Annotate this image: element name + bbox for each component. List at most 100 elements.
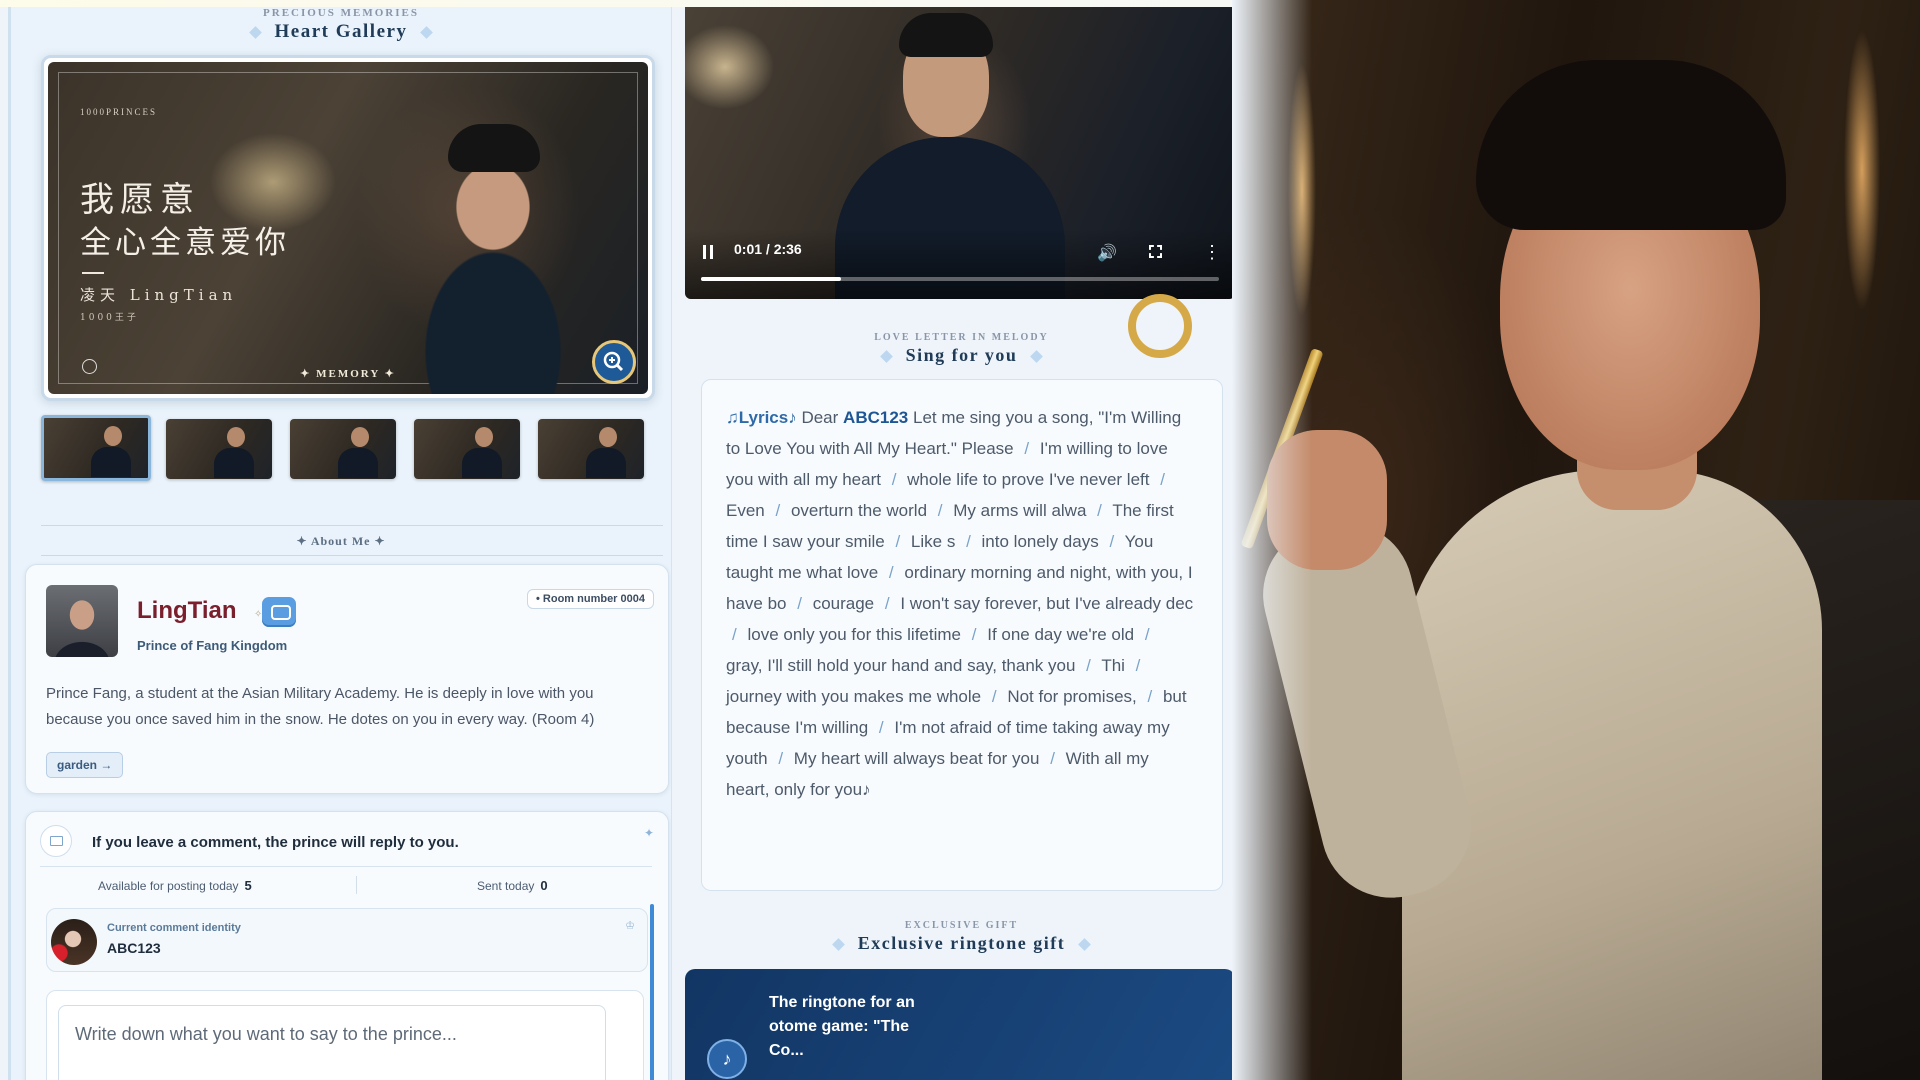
photo-name-line: 凌天 LingTian	[80, 286, 238, 304]
prince-hair-photo	[1476, 60, 1786, 230]
comment-divider	[40, 866, 652, 867]
diamond-icon	[1077, 938, 1091, 952]
lyrics-tag: ♫Lyrics♪	[726, 408, 797, 427]
thumbnail-2[interactable]	[166, 419, 272, 479]
sent-value: 0	[540, 878, 548, 893]
lyrics-card: ♫Lyrics♪ Dear ABC123 Let me sing you a s…	[701, 379, 1223, 891]
lyrics-line: whole life to prove I've never left	[907, 470, 1150, 489]
prince-sweater	[1402, 470, 1822, 1080]
prince-photo	[1232, 0, 1920, 1080]
gallery-photo: 1000PRINCES 我愿意 全心全意爱你 凌天 LingTian 1000王…	[48, 62, 648, 394]
lyrics-separator: /	[888, 563, 894, 582]
star-icon: ✦	[643, 826, 654, 840]
ringtone-card[interactable]: The ringtone for an otome game: "The Co.…	[685, 969, 1235, 1080]
fullscreen-icon[interactable]	[1149, 245, 1162, 258]
identity-avatar	[51, 919, 97, 965]
gift-title: Exclusive ringtone gift	[857, 933, 1066, 953]
thumbnail-5[interactable]	[538, 419, 644, 479]
crown-icon	[40, 825, 72, 857]
thumbnail-4[interactable]	[414, 419, 520, 479]
identity-label: Current comment identity	[107, 922, 241, 934]
gallery-header: PRECIOUS MEMORIES Heart Gallery	[11, 7, 671, 43]
photo-sub-line: 1000王子	[80, 313, 139, 323]
crown-small-icon: ♔	[625, 920, 635, 932]
prince-name: LingTian	[137, 597, 237, 624]
photo-brand: 1000PRINCES	[80, 107, 158, 117]
pause-icon[interactable]	[703, 245, 713, 259]
diamond-icon	[832, 938, 846, 952]
lyrics-user: ABC123	[843, 408, 909, 427]
lyrics-line: Even	[726, 501, 765, 520]
identity-name: ABC123	[107, 940, 161, 956]
comment-input[interactable]	[58, 1005, 606, 1080]
diamond-icon	[420, 26, 433, 40]
middle-column: 0:01 / 2:36 🔊 ⋮ LOVE LETTER IN MELODY Si…	[685, 7, 1238, 1080]
comment-title: If you leave a comment, the prince will …	[92, 834, 459, 851]
lyrics-separator: /	[1109, 532, 1115, 551]
about-title: ✦ About Me ✦	[296, 534, 386, 548]
prince-avatar	[46, 585, 118, 657]
thumbnail-strip	[41, 415, 661, 487]
scrollbar[interactable]	[650, 904, 654, 1080]
lyrics-separator: /	[937, 501, 943, 520]
lyrics-separator: /	[878, 718, 884, 737]
photo-divider	[82, 272, 104, 274]
available-label: Available for posting today	[98, 879, 239, 893]
prince-hair	[448, 124, 540, 172]
lyrics-line: journey with you makes me whole	[726, 687, 982, 706]
lyrics-line: overturn the world	[790, 501, 928, 520]
lyrics-separator: /	[891, 470, 897, 489]
thumbnail-3[interactable]	[290, 419, 396, 479]
comment-identity[interactable]: Current comment identity ABC123 ♔	[46, 908, 648, 972]
photo-headline-2: 全心全意爱你	[80, 225, 290, 261]
lyrics-line: I won't say forever, but I've already de…	[900, 594, 1194, 613]
lyrics-separator: /	[966, 532, 971, 551]
video-progress-fill	[701, 277, 841, 281]
available-posts: Available for posting today 5	[98, 878, 252, 893]
photo-fade-edge	[1232, 0, 1312, 1080]
lyrics-line: into lonely days	[981, 532, 1099, 551]
lyrics-greeting: Dear	[801, 408, 839, 427]
lyrics-separator: /	[884, 594, 890, 613]
lyrics-separator: /	[778, 749, 784, 768]
lyrics-line: Not for promises,	[1007, 687, 1137, 706]
volume-icon[interactable]: 🔊	[1097, 243, 1117, 262]
sent-label: Sent today	[477, 879, 535, 893]
lyrics-line: If one day we're old	[987, 625, 1135, 644]
garden-button[interactable]: garden →	[46, 752, 124, 778]
room-number-badge: • Room number 0004	[527, 589, 654, 609]
gallery-eyebrow: PRECIOUS MEMORIES	[263, 7, 419, 19]
prince-subtitle: Prince of Fang Kingdom	[137, 638, 288, 653]
thumbnail-1[interactable]	[41, 415, 151, 481]
profile-card: LingTian ✧ Prince of Fang Kingdom • Room…	[25, 564, 669, 794]
lyrics-separator: /	[991, 687, 997, 706]
music-note-icon[interactable]: ♪	[707, 1039, 747, 1079]
more-options-icon[interactable]: ⋮	[1203, 243, 1221, 261]
video-progress-bar[interactable]	[701, 277, 1219, 281]
lyrics-separator: /	[971, 625, 977, 644]
lyrics-title: Sing for you	[905, 345, 1018, 365]
gallery-main-image[interactable]: 1000PRINCES 我愿意 全心全意爱你 凌天 LingTian 1000王…	[41, 55, 655, 401]
prince-description: Prince Fang, a student at the Asian Mili…	[46, 685, 595, 728]
photo-headline-1: 我愿意	[80, 180, 200, 220]
lyrics-separator: /	[895, 532, 901, 551]
lyrics-separator: /	[1135, 656, 1141, 675]
lyrics-line: love only you for this lifetime	[747, 625, 962, 644]
ringtone-title: The ringtone for an otome game: "The Co.…	[769, 994, 915, 1059]
lyrics-separator: /	[1097, 501, 1102, 520]
about-divider-bottom	[41, 555, 663, 556]
lyrics-separator: /	[775, 501, 781, 520]
diamond-icon	[880, 350, 894, 364]
gallery-title: Heart Gallery	[274, 21, 408, 42]
lyrics-text: ♫Lyrics♪ Dear ABC123 Let me sing you a s…	[726, 408, 1194, 799]
zoom-in-button[interactable]	[592, 340, 636, 384]
diamond-icon	[249, 26, 262, 40]
lyrics-line: My arms will alwa	[953, 501, 1087, 520]
video-player[interactable]: 0:01 / 2:36 🔊 ⋮	[685, 7, 1235, 299]
comment-card: If you leave a comment, the prince will …	[25, 811, 669, 1080]
lyrics-separator: /	[1160, 470, 1165, 489]
lyrics-separator: /	[1144, 625, 1150, 644]
lyrics-separator: /	[1147, 687, 1153, 706]
chat-button[interactable]	[262, 597, 296, 627]
lyrics-separator: /	[797, 594, 802, 613]
